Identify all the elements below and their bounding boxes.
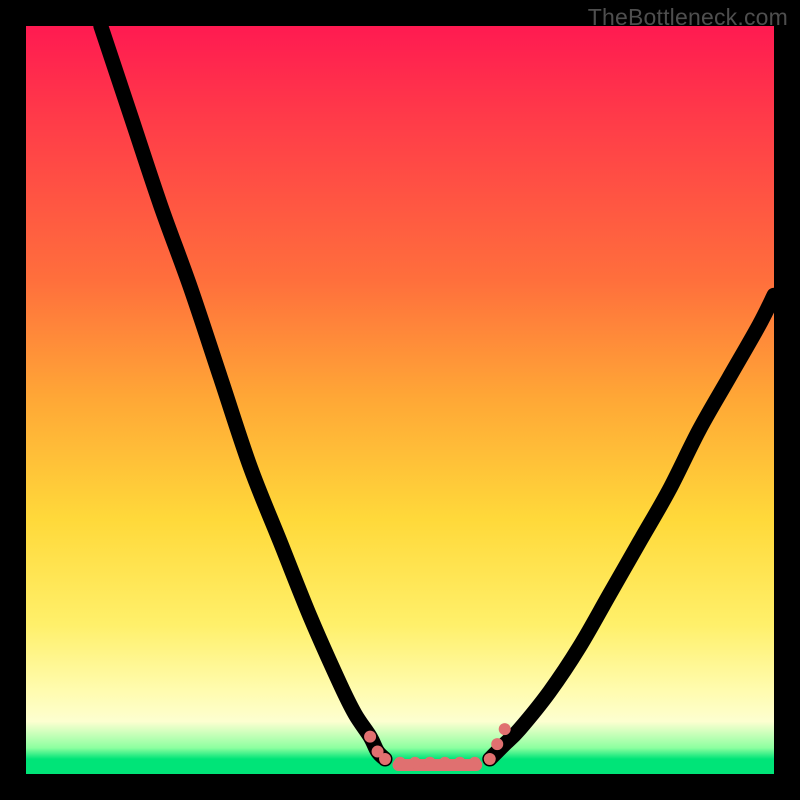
scatter-dot — [469, 757, 481, 769]
curve-left-arm — [101, 26, 385, 759]
scatter-dot — [454, 757, 466, 769]
scatter-dot — [439, 757, 451, 769]
watermark-text: TheBottleneck.com — [588, 4, 788, 31]
flat-bottom-bar — [393, 759, 483, 771]
scatter-dot — [491, 738, 503, 750]
scatter-dot — [424, 757, 436, 769]
curve-right-arm — [490, 295, 774, 759]
scatter-dot — [409, 757, 421, 769]
scatter-dot — [499, 723, 511, 735]
chart-frame: TheBottleneck.com — [0, 0, 800, 800]
scatter-dot — [484, 753, 496, 765]
scatter-dot — [379, 753, 391, 765]
chart-svg — [26, 26, 774, 774]
scatter-dot — [394, 757, 406, 769]
scatter-dot — [364, 731, 376, 743]
plot-area — [26, 26, 774, 774]
